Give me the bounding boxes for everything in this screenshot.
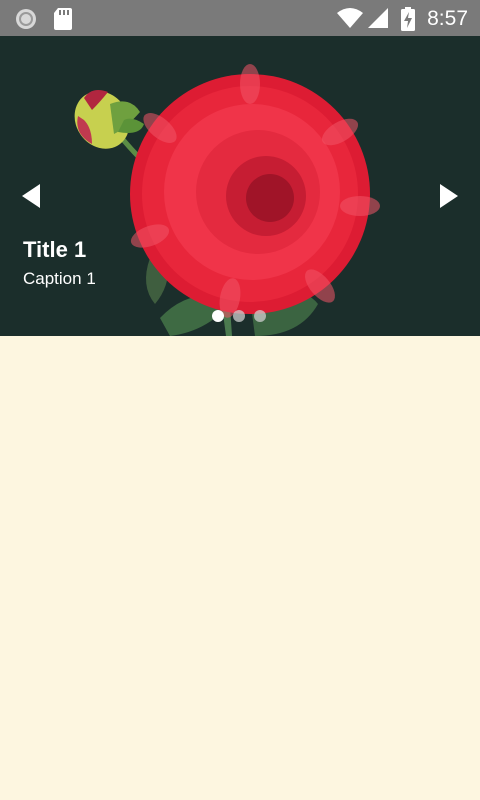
- indicator-dot-3[interactable]: [254, 310, 266, 322]
- slide-caption: Caption 1: [23, 269, 96, 288]
- flower-petals: [130, 74, 370, 314]
- sd-card-icon: [54, 8, 72, 30]
- sync-icon: [16, 9, 36, 29]
- chevron-left-icon[interactable]: [14, 176, 54, 216]
- status-time: 8:57: [427, 7, 468, 30]
- carousel-indicators: [212, 310, 266, 322]
- content-area: [0, 336, 480, 800]
- status-bar: 8:57: [0, 0, 480, 36]
- wifi-icon: [337, 8, 363, 28]
- indicator-dot-2[interactable]: [233, 310, 245, 322]
- signal-icon: [368, 8, 388, 28]
- chevron-right-icon[interactable]: [426, 176, 466, 216]
- slide-caption-block: Title 1 Caption 1: [23, 236, 96, 293]
- slide-title: Title 1: [23, 237, 87, 262]
- image-carousel[interactable]: Title 1 Caption 1: [0, 36, 480, 336]
- battery-charging-icon: [401, 7, 415, 31]
- indicator-dot-1[interactable]: [212, 310, 224, 322]
